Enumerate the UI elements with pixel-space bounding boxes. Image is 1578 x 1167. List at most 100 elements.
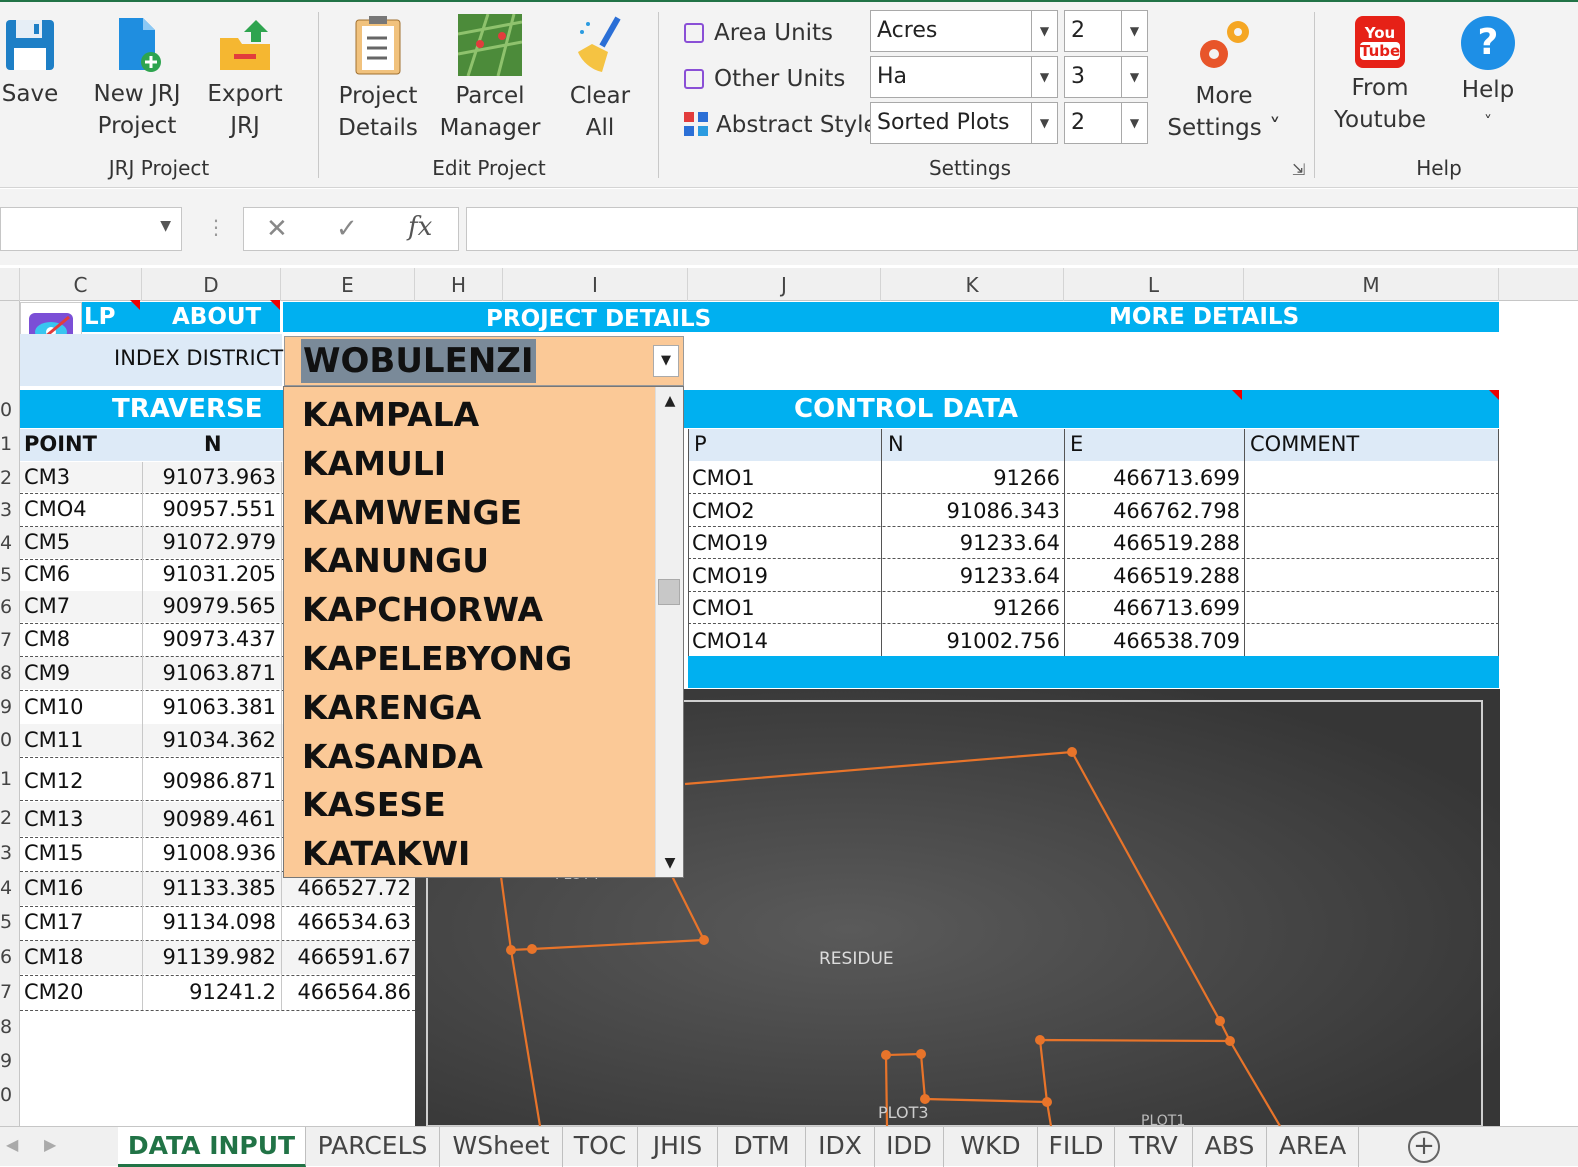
cell-e[interactable]: 466713.699 [1064,593,1244,623]
row-header[interactable]: 4 [0,873,19,903]
row-header[interactable]: 0 [0,1080,19,1110]
abstract-style-dropdown[interactable]: Sorted Plots ▼ [870,102,1058,144]
cell-point[interactable]: CM5 [20,528,142,557]
row-header[interactable]: 7 [0,625,19,655]
index-district-dropdown[interactable]: WOBULENZI ▼ [284,336,684,386]
row-header[interactable]: 9 [0,1046,19,1076]
about-label[interactable]: ABOUT [172,302,261,332]
name-box[interactable]: ▼ [0,207,182,251]
column-header[interactable]: K [881,268,1064,301]
district-option[interactable]: KANUNGU [302,539,489,583]
export-jrj-button[interactable]: Export JRJ [200,16,290,142]
help-button[interactable]: ? Help ˅ [1450,16,1526,138]
scroll-up-icon[interactable]: ▲ [656,389,683,413]
other-units-setting[interactable]: Other Units [684,64,845,94]
row-header[interactable]: 8 [0,1012,19,1042]
row-header[interactable]: 3 [0,838,19,868]
cell-e[interactable]: 466591.67 [282,942,415,973]
cell-n[interactable]: 91063.871 [142,658,280,688]
column-header[interactable]: L [1064,268,1244,301]
chevron-down-icon[interactable]: ▼ [1031,57,1057,97]
column-header[interactable]: J [688,268,881,301]
enter-icon[interactable]: ✓ [336,214,358,244]
row-header[interactable]: 0 [0,393,19,427]
cell-p[interactable]: CMO14 [688,626,880,656]
sheet-tab[interactable]: DTM [718,1127,806,1167]
sheet-tab[interactable]: ABS [1193,1127,1267,1167]
sheet-tab[interactable]: WSheet [440,1127,563,1167]
sheet-tab[interactable]: FILD [1038,1127,1115,1167]
cell-n[interactable]: 91072.979 [142,528,280,557]
other-units-dropdown[interactable]: Ha ▼ [870,56,1058,98]
chevron-down-icon[interactable]: ▼ [1031,103,1057,143]
row-header[interactable]: 5 [0,560,19,590]
cell-n[interactable]: 91034.362 [142,725,280,755]
cell-e[interactable]: 466519.288 [1064,528,1244,558]
cell-point[interactable]: CM8 [20,625,142,654]
column-header[interactable]: D [142,268,281,301]
cancel-icon[interactable]: ✕ [266,214,288,244]
select-all-corner[interactable] [0,268,20,301]
area-units-setting[interactable]: Area Units [684,18,833,48]
abstract-precision-dropdown[interactable]: 2 ▼ [1064,102,1148,144]
chevron-down-icon[interactable]: ▼ [1121,103,1147,143]
cell-n[interactable]: 91031.205 [142,560,280,589]
cell-n[interactable]: 91233.64 [881,561,1064,591]
cell-point[interactable]: CM6 [20,560,142,589]
sheet-tab[interactable]: PARCELS [306,1127,440,1167]
from-youtube-button[interactable]: You Tube From Youtube [1330,16,1430,136]
cell-point[interactable]: CM16 [20,873,142,904]
cell-e[interactable]: 466564.86 [282,977,415,1008]
add-sheet-icon[interactable]: + [1408,1131,1440,1163]
row-header[interactable]: 9 [0,692,19,722]
clear-all-button[interactable]: Clear All [562,14,638,144]
cell-p[interactable]: CMO1 [688,463,880,493]
cell-point[interactable]: CM3 [20,463,142,491]
chevron-down-icon[interactable]: ▼ [160,218,171,234]
other-precision-dropdown[interactable]: 3 ▼ [1064,56,1148,98]
scroll-thumb[interactable] [658,579,680,605]
sheet-tab[interactable]: DATA INPUT [118,1127,306,1167]
cell-n[interactable]: 90986.871 [142,764,280,798]
row-header[interactable]: 0 [0,725,19,755]
row-header[interactable]: 2 [0,463,19,493]
formula-input[interactable] [466,207,1578,251]
district-option[interactable]: KAMPALA [302,393,479,437]
cell-e[interactable]: 466762.798 [1064,496,1244,526]
cell-p[interactable]: CMO1 [688,593,880,623]
cell-n[interactable]: 91073.963 [142,463,280,491]
cell-n[interactable]: 91139.982 [142,942,280,973]
district-option[interactable]: KAPELEBYONG [302,637,572,681]
district-option[interactable]: KARENGA [302,686,481,730]
chevron-down-icon[interactable]: ▼ [1031,11,1057,51]
cell-point[interactable]: CM17 [20,907,142,938]
cell-point[interactable]: CM11 [20,725,142,755]
cell-point[interactable]: CM20 [20,977,142,1008]
district-option[interactable]: KAPCHORWA [302,588,543,632]
cell-point[interactable]: CM9 [20,658,142,688]
cell-n[interactable]: 91008.936 [142,838,280,869]
cell-point[interactable]: CM18 [20,942,142,973]
row-header[interactable] [0,301,19,331]
sheet-tab[interactable]: TOC [563,1127,638,1167]
save-button[interactable]: Save [0,16,60,110]
chevron-down-icon[interactable]: ▼ [1121,11,1147,51]
row-header[interactable]: 4 [0,528,19,558]
row-header[interactable]: 2 [0,803,19,833]
chevron-down-icon[interactable]: ▼ [653,345,679,377]
row-header[interactable]: 6 [0,592,19,622]
cell-point[interactable]: CM10 [20,692,142,722]
cell-e[interactable]: 466538.709 [1064,626,1244,656]
cell-p[interactable]: CMO2 [688,496,880,526]
row-header[interactable]: 7 [0,977,19,1007]
sheet-tab[interactable]: TRV [1115,1127,1193,1167]
cell-point[interactable]: CM12 [20,764,142,798]
cell-p[interactable]: CMO19 [688,528,880,558]
row-header[interactable]: 1 [0,764,19,794]
cell-point[interactable]: CM15 [20,838,142,869]
cell-e[interactable]: 466519.288 [1064,561,1244,591]
cell-e[interactable]: 466713.699 [1064,463,1244,493]
cell-n[interactable]: 90989.461 [142,803,280,835]
row-header[interactable]: 5 [0,907,19,937]
cell-n[interactable]: 91134.098 [142,907,280,938]
